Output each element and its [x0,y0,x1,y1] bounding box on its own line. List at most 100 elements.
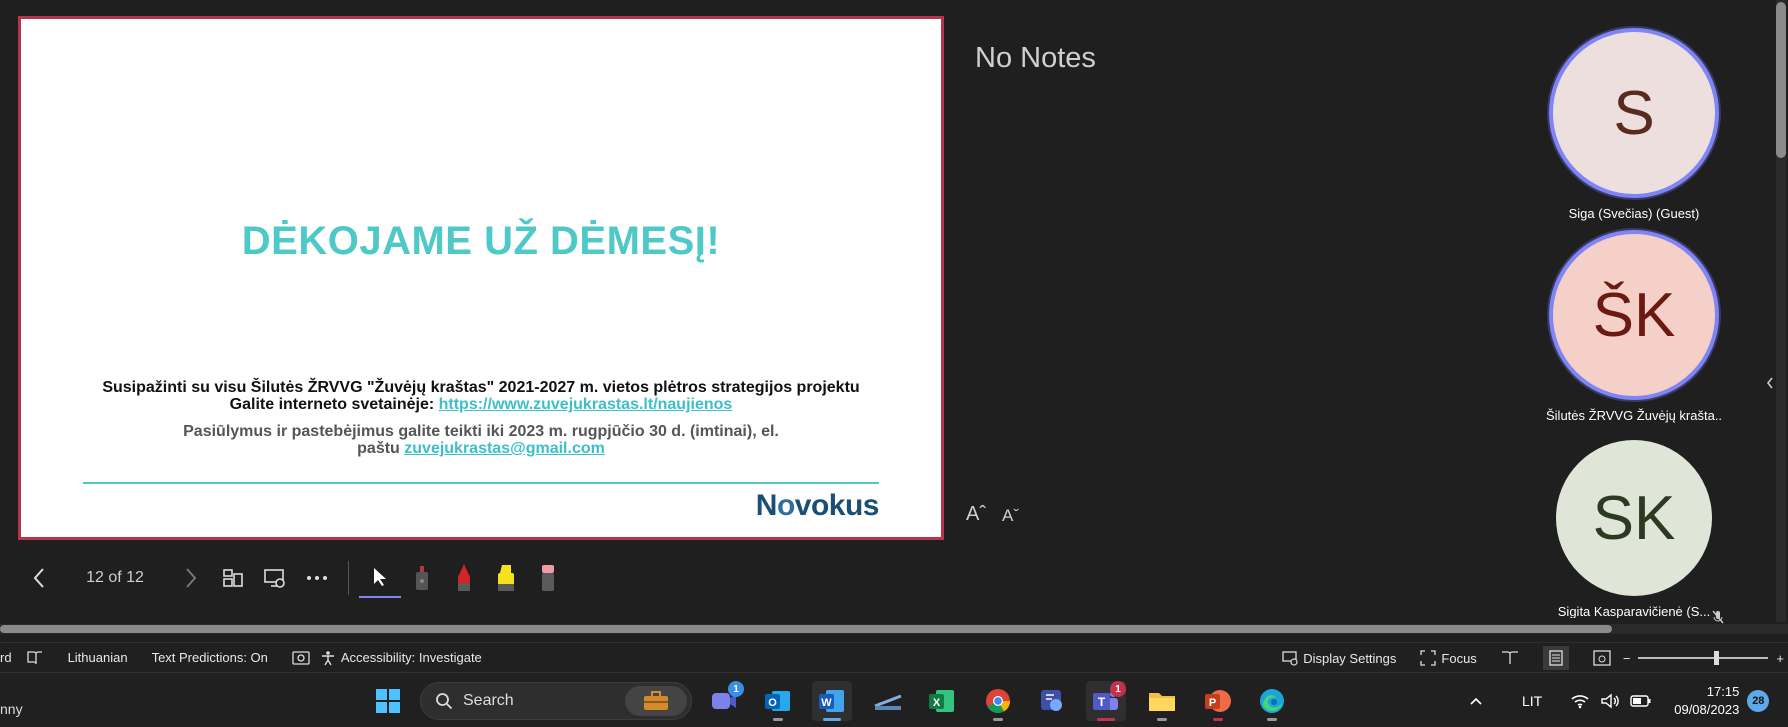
clock[interactable]: 17:15 09/08/2023 [1674,683,1739,719]
teams-app[interactable]: T 1 [1086,681,1126,721]
svg-text:O: O [768,697,777,709]
participant-tile[interactable]: S Siga (Svečias) (Guest) [1546,28,1722,221]
status-bar-right: Display Settings Focus − + [1282,643,1788,673]
slides-grid-icon [223,569,243,587]
display-settings-label: Display Settings [1303,650,1397,666]
folder-icon [1149,693,1175,711]
remote-desktop-icon [1041,690,1062,711]
start-button[interactable] [368,681,408,721]
horizontal-scrollbar-thumb[interactable] [0,625,1612,633]
status-words-partial[interactable]: rd [0,650,12,665]
svg-text:P: P [1209,697,1216,709]
outlook-icon: O [765,691,790,711]
laser-pointer-button[interactable] [401,558,443,598]
svg-text:X: X [933,697,941,709]
teams-chat-app[interactable]: 1 [704,681,744,721]
participant-name: Siga (Svečias) (Guest) [1568,206,1700,221]
ellipsis-icon [307,576,327,580]
clock-date: 09/08/2023 [1674,701,1740,717]
zoom-in-button[interactable]: + [1776,651,1784,666]
file-explorer-app[interactable] [1142,681,1182,721]
participant-tile[interactable]: ŠK Šilutės ŽRVVG Žuvėjų krašta... [1546,230,1722,423]
web-layout-button[interactable] [1593,650,1611,666]
outlook-app[interactable]: O [758,681,798,721]
highlighter-icon [498,565,514,591]
windows-taskbar: nny Search 1 O W X T 1 P LIT 17:15 09/08… [0,672,1788,727]
presenter-view-button[interactable] [254,558,296,598]
focus-label: Focus [1441,650,1477,666]
collapse-panel-icon[interactable] [1766,376,1774,390]
vertical-scrollbar-thumb[interactable] [1776,2,1786,158]
notification-count-badge[interactable]: 28 [1747,689,1770,712]
word-app[interactable]: W [812,681,852,721]
svg-text:T: T [1098,695,1106,709]
chat-badge: 1 [728,681,744,697]
zoom-slider[interactable] [1638,651,1769,665]
read-mode-button[interactable] [1501,650,1519,666]
avatar: ŠK [1549,230,1719,400]
decrease-font-button[interactable]: Aˇ [1002,506,1019,526]
running-indicator [1157,718,1167,721]
next-slide-button[interactable] [170,558,212,598]
search-icon [436,693,453,710]
participant-tile[interactable]: SK Sigita Kasparavičienė (S... [1546,440,1722,618]
slide-title: DĖKOJAME UŽ DĖMESĮ! [241,219,721,263]
accessibility-button[interactable]: Accessibility: Investigate [320,650,482,666]
chevron-right-icon [186,568,197,588]
word-status-bar: rd Lithuanian Text Predictions: On Acces… [0,642,1788,672]
scanner-icon [874,694,902,710]
windows-logo-icon [376,689,400,713]
remote-app[interactable] [1032,681,1072,721]
text-predictions-button[interactable]: Text Predictions: On [152,650,268,665]
slide-line-2-prefix: Galite interneto svetainėje: [229,396,439,413]
excel-icon: X [929,690,954,712]
participant-name: Sigita Kasparavičienė (S... [1557,604,1711,618]
slide-sorter-button[interactable] [212,558,254,598]
edge-app[interactable] [1252,681,1292,721]
volume-icon [1601,693,1620,708]
powerpoint-app[interactable]: P [1198,681,1238,721]
search-highlight[interactable] [625,686,687,716]
language-button[interactable]: Lithuanian [68,650,128,665]
website-link[interactable]: https://www.zuvejukrastas.lt/naujienos [439,396,733,413]
increase-font-button[interactable]: Aˆ [966,503,986,526]
more-options-button[interactable] [296,558,338,598]
pointer-tool-button[interactable] [359,558,401,598]
pen-tool-button[interactable] [443,558,485,598]
macro-recording-button[interactable] [292,650,310,666]
eraser-icon [542,565,554,591]
zoom-slider-thumb[interactable] [1714,651,1720,665]
excel-app[interactable]: X [922,681,962,721]
previous-slide-button[interactable] [18,558,60,598]
email-link[interactable]: zuvejukrastas@gmail.com [404,440,605,457]
running-indicator [1097,718,1115,721]
laser-pointer-icon [416,566,428,590]
taskbar-widget-partial[interactable]: nny [0,701,23,717]
slide-line-4-prefix: paštu [357,440,405,457]
print-layout-button[interactable] [1542,646,1569,670]
show-hidden-icons-button[interactable] [1464,693,1488,709]
taskbar-search[interactable]: Search [420,682,692,720]
running-indicator [773,718,783,721]
teams-badge: 1 [1110,681,1126,697]
highlighter-tool-button[interactable] [485,558,527,598]
chrome-app[interactable] [978,681,1018,721]
slide-divider [83,482,879,484]
current-slide[interactable]: DĖKOJAME UŽ DĖMESĮ! Susipažinti su visu … [18,16,944,540]
web-layout-icon [1593,650,1611,666]
toolbar-divider [348,561,349,595]
avatar: SK [1556,440,1712,596]
slide-body: Susipažinti su visu Šilutės ŽRVVG "Žuvėj… [61,379,901,457]
scanner-app[interactable] [868,681,908,721]
focus-button[interactable]: Focus [1420,650,1477,666]
quick-settings-button[interactable] [1570,693,1652,709]
wifi-icon [1571,694,1589,708]
input-language[interactable]: LIT [1522,693,1542,709]
chevron-up-icon [1470,697,1482,705]
word-icon: W [819,690,844,712]
proofing-button[interactable] [26,650,44,666]
system-tray: LIT 17:15 09/08/2023 28 [1464,673,1770,727]
display-settings-button[interactable]: Display Settings [1282,650,1396,666]
zoom-out-button[interactable]: − [1623,651,1631,666]
eraser-tool-button[interactable] [527,558,569,598]
